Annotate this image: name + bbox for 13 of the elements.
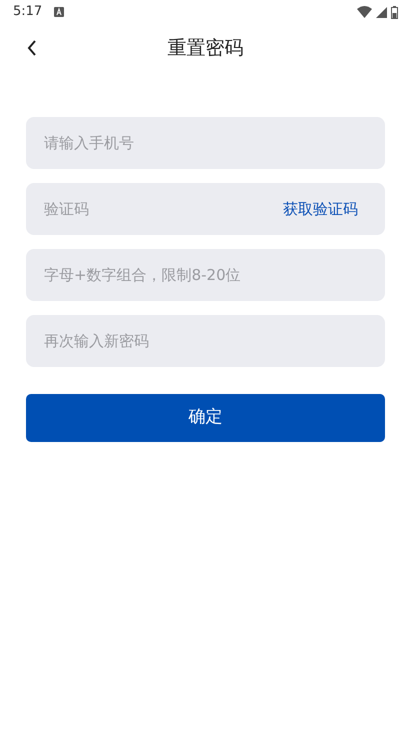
- phone-field[interactable]: 请输入手机号: [26, 117, 385, 169]
- back-icon: [27, 40, 37, 56]
- password-field[interactable]: 再次输入新密码: [26, 315, 385, 367]
- code-field[interactable]: 验证码: [26, 183, 275, 235]
- notification-icon: [54, 7, 64, 17]
- status-time: 5:17: [13, 3, 42, 22]
- battery-icon: [391, 6, 398, 18]
- get-code-link[interactable]: 获取验证码: [275, 183, 385, 235]
- wifi-icon: [357, 6, 372, 18]
- password-field[interactable]: 字母+数字组合，限制8-20位: [26, 249, 385, 301]
- confirm-button[interactable]: 确定: [26, 394, 385, 442]
- signal-icon: [376, 6, 387, 18]
- page-title: 重置密码: [168, 36, 244, 61]
